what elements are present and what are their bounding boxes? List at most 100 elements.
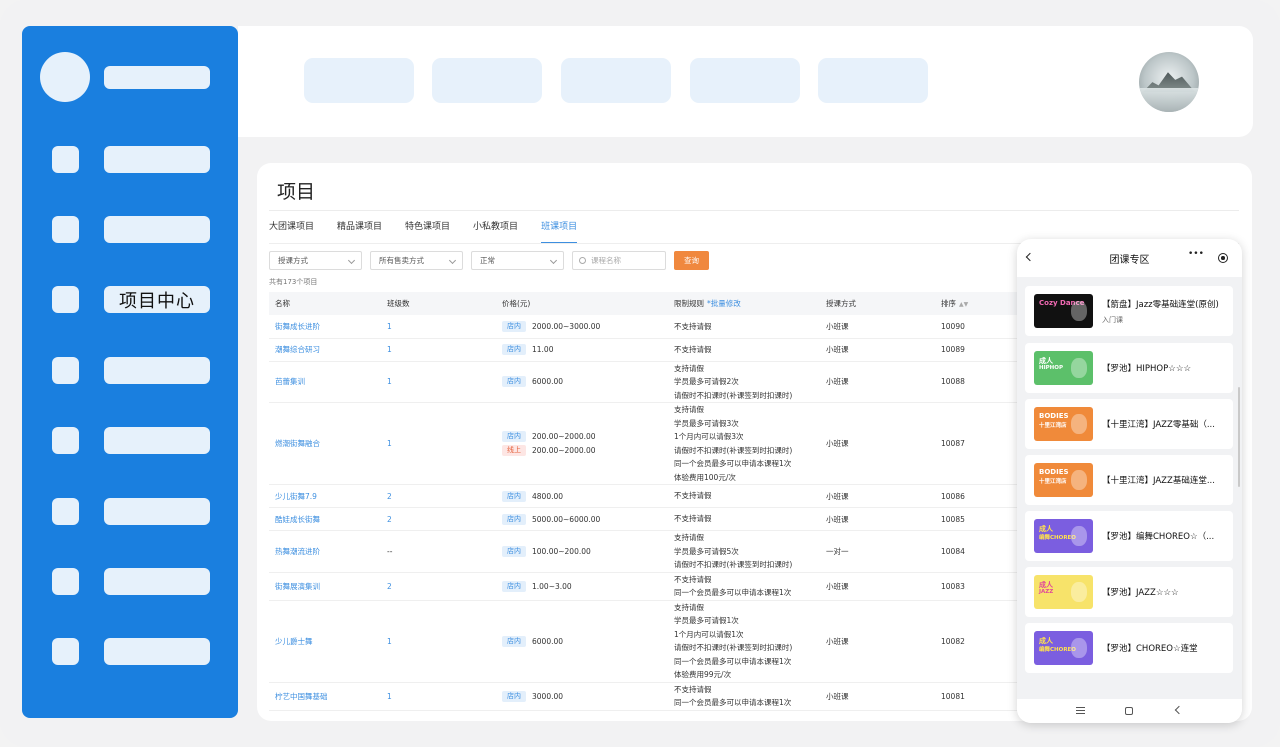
class-count[interactable]: 1: [387, 322, 392, 331]
cell-mode: 小班课: [826, 600, 941, 683]
class-count[interactable]: 1: [387, 377, 392, 386]
sidebar-item-6[interactable]: [52, 498, 210, 525]
price-line: 店内 100.00~200.00: [502, 544, 674, 558]
rule-line: 同一个会员最多可以申请本课程1次: [674, 588, 792, 597]
cell-name: 潮舞综合研习: [269, 338, 387, 362]
course-card[interactable]: Cozy Dance 【箭盘】Jazz零基础连堂(原创) 入门课: [1025, 286, 1233, 336]
sidebar-item-1[interactable]: [52, 146, 210, 173]
menu-icon[interactable]: [1076, 707, 1085, 714]
sidebar-item-label: [104, 498, 210, 525]
course-card[interactable]: BODIES 十里江湾店 【十里江湾】JAZZ零基础（...: [1025, 399, 1233, 449]
channel-tag: 店内: [502, 635, 526, 647]
cell-price: 店内 4800.00: [502, 484, 674, 508]
rule-line: 不支持请假: [674, 684, 712, 694]
project-name-link[interactable]: 芭蕾集训: [275, 377, 305, 386]
sort-icon[interactable]: ▲▼: [959, 301, 968, 308]
project-name-link[interactable]: 酷娃成长街舞: [275, 515, 320, 524]
channel-tag: 店内: [502, 545, 526, 557]
tab-private-class[interactable]: 小私教项目: [473, 221, 518, 243]
project-name-link[interactable]: 少儿街舞7.9: [275, 492, 317, 501]
mascot-figure-icon: [1071, 582, 1087, 602]
cell-classes: 1: [387, 361, 502, 403]
batch-edit-link[interactable]: *批量修改: [707, 299, 741, 308]
column-header-sort[interactable]: 排序 ▲▼: [941, 292, 1029, 315]
rule-line: 同一个会员最多可以申请本课程1次: [674, 459, 792, 468]
sidebar-item-7[interactable]: [52, 568, 210, 595]
sidebar-item-project-center[interactable]: 项目中心: [52, 286, 210, 313]
course-thumbnail-image: 成人 编舞CHOREO: [1034, 519, 1093, 553]
sidebar-item-icon: [52, 638, 79, 665]
tab-feature-class[interactable]: 特色课项目: [405, 221, 450, 243]
cell-sort: 10085: [941, 507, 1029, 531]
course-card[interactable]: 成人 HIPHOP 【罗池】HIPHOP☆☆☆: [1025, 343, 1233, 393]
class-count[interactable]: 2: [387, 515, 392, 524]
sidebar-item-2[interactable]: [52, 216, 210, 243]
class-count[interactable]: 1: [387, 345, 392, 354]
teaching-mode-select[interactable]: 授课方式: [269, 251, 362, 270]
sidebar-item-5[interactable]: [52, 427, 210, 454]
cell-sort: 10087: [941, 402, 1029, 485]
project-name-link[interactable]: 热舞潮流进阶: [275, 547, 320, 556]
cell-rule: 不支持请假: [674, 484, 826, 508]
course-card[interactable]: 成人 JAZZ 【罗池】JAZZ☆☆☆: [1025, 567, 1233, 617]
project-name-link[interactable]: 燃潮街舞融合: [275, 439, 320, 448]
user-avatar[interactable]: [1139, 52, 1199, 112]
rule-line: 不支持请假: [674, 491, 712, 501]
top-nav-item-3[interactable]: [561, 58, 671, 103]
class-count[interactable]: 2: [387, 582, 392, 591]
sidebar-avatar[interactable]: [40, 52, 90, 102]
course-thumbnail-image: BODIES 十里江湾店: [1034, 463, 1093, 497]
class-count[interactable]: 1: [387, 692, 392, 701]
mascot-figure-icon: [1071, 301, 1087, 321]
price-value: 1.00~3.00: [532, 581, 572, 591]
course-card[interactable]: 成人 编舞CHOREO 【罗池】CHOREO☆连堂: [1025, 623, 1233, 673]
rule-line: 支持请假: [674, 533, 704, 542]
project-name-link[interactable]: 街舞展演集训: [275, 582, 320, 591]
top-nav-item-2[interactable]: [432, 58, 542, 103]
course-card[interactable]: BODIES 十里江湾店 【十里江湾】JAZZ基础连堂...: [1025, 455, 1233, 505]
project-name-link[interactable]: 柠艺中国舞基础: [275, 692, 328, 701]
project-name-link[interactable]: 少儿爵士舞: [275, 637, 313, 646]
sale-mode-select[interactable]: 所有售卖方式: [370, 251, 463, 270]
course-card[interactable]: 成人 编舞CHOREO 【罗池】编舞CHOREO☆（...: [1025, 511, 1233, 561]
more-icon[interactable]: •••: [1188, 249, 1204, 259]
tab-group-class[interactable]: 大团课项目: [269, 221, 314, 243]
cell-price: 店内 100.00~200.00: [502, 530, 674, 573]
sidebar-item-label: [104, 638, 210, 665]
cell-classes: 2: [387, 484, 502, 508]
rule-line: 支持请假: [674, 405, 704, 414]
project-name-link[interactable]: 潮舞综合研习: [275, 345, 320, 354]
cell-rule: 不支持请假: [674, 338, 826, 362]
cell-rule: 不支持请假: [674, 507, 826, 531]
class-count[interactable]: 1: [387, 637, 392, 646]
cell-rule: 支持请假 学员最多可请假1次 1个月内可以请假1次 请假时不扣课时(补课签到时扣课时)…: [674, 600, 826, 683]
course-thumbnail-image: BODIES 十里江湾店: [1034, 407, 1093, 441]
top-nav-item-5[interactable]: [818, 58, 928, 103]
class-count[interactable]: 2: [387, 492, 392, 501]
price-line: 店内 2000.00~3000.00: [502, 319, 674, 333]
cell-rule: 支持请假 学员最多可请假5次 请假时不扣课时(补课签到时扣课时): [674, 530, 826, 573]
thumbnail-subtitle: HIPHOP: [1039, 365, 1063, 371]
cell-price: 店内 2000.00~3000.00: [502, 315, 674, 339]
sidebar-item-8[interactable]: [52, 638, 210, 665]
class-count[interactable]: 1: [387, 439, 392, 448]
tab-class-project[interactable]: 班课项目: [541, 221, 578, 243]
status-select[interactable]: 正常: [471, 251, 564, 270]
home-icon[interactable]: [1125, 707, 1133, 715]
scrollbar[interactable]: [1238, 387, 1240, 487]
filter-bar: 授课方式 所有售卖方式 正常 课程名称 查询: [269, 251, 709, 270]
top-nav-item-4[interactable]: [690, 58, 800, 103]
mobile-preview: 团课专区 ••• Cozy Dance 【箭盘】Jazz零基础连堂(原创) 入门课成…: [1017, 239, 1242, 723]
course-thumbnail-image: 成人 JAZZ: [1034, 575, 1093, 609]
cell-sort: 10090: [941, 315, 1029, 339]
course-name: 【罗池】CHOREO☆连堂: [1102, 644, 1198, 654]
query-button[interactable]: 查询: [674, 251, 709, 270]
price-line: 店内 4800.00: [502, 489, 674, 503]
project-name-link[interactable]: 街舞成长进阶: [275, 322, 320, 331]
course-name-search-input[interactable]: 课程名称: [572, 251, 666, 270]
close-target-icon[interactable]: [1218, 253, 1228, 263]
top-nav-item-1[interactable]: [304, 58, 414, 103]
sidebar-item-4[interactable]: [52, 357, 210, 384]
nav-back-icon[interactable]: [1174, 705, 1184, 715]
tab-premium-class[interactable]: 精品课项目: [337, 221, 382, 243]
